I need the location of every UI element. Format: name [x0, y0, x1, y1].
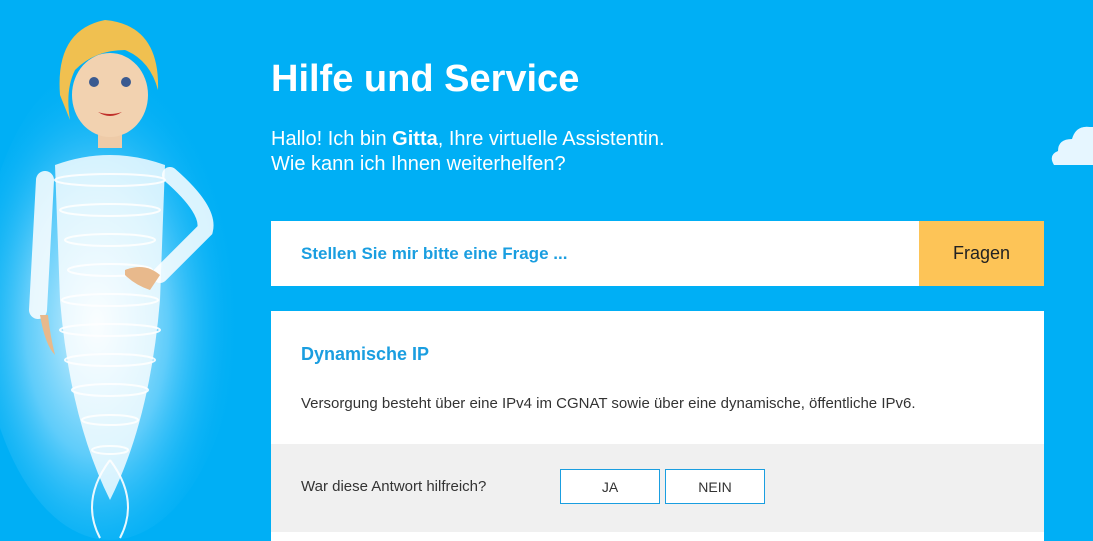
cloud-icon — [1051, 126, 1093, 165]
intro-suffix: , Ihre virtuelle Assistentin. — [437, 128, 665, 150]
intro-question: Wie kann ich Ihnen weiterhelfen? — [271, 153, 566, 175]
answer-title: Dynamische IP — [301, 344, 430, 364]
feedback-bar: War diese Antwort hilfreich? JA NEIN — [271, 444, 1044, 532]
question-form: Fragen — [271, 221, 1044, 286]
answer-card: Dynamische IP Versorgung besteht über ei… — [271, 311, 1044, 541]
feedback-no-button[interactable]: NEIN — [665, 469, 765, 504]
assistant-intro: Hallo! Ich bin Gitta, Ihre virtuelle Ass… — [271, 127, 665, 177]
feedback-question: War diese Antwort hilfreich? — [301, 478, 487, 495]
page-title: Hilfe und Service — [271, 58, 580, 100]
assistant-name: Gitta — [392, 128, 438, 150]
intro-prefix: Hallo! Ich bin — [271, 128, 393, 150]
answer-text: Versorgung besteht über eine IPv4 im CGN… — [301, 395, 916, 412]
ask-button[interactable]: Fragen — [919, 221, 1044, 286]
feedback-yes-button[interactable]: JA — [560, 469, 660, 504]
virtual-assistant-avatar — [0, 20, 240, 540]
question-input[interactable] — [271, 221, 919, 286]
